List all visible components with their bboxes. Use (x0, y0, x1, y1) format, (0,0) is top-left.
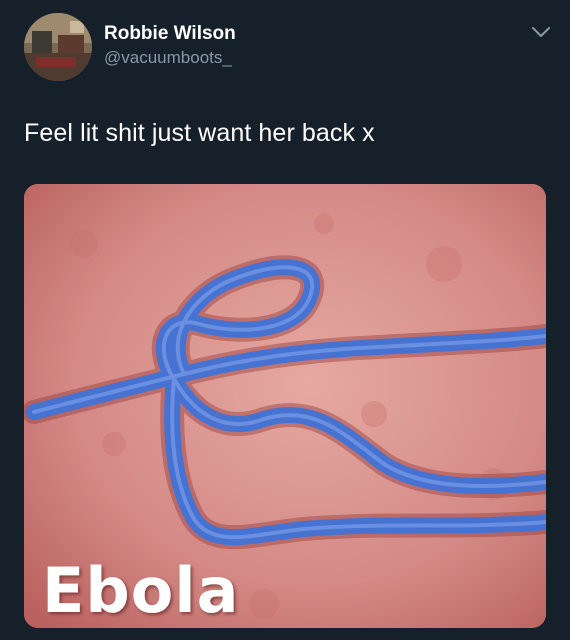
user-info: Robbie Wilson @vacuumboots_ (104, 22, 236, 70)
tweet: Robbie Wilson @vacuumboots_ Feel lit shi… (0, 0, 570, 640)
tweet-media-image[interactable]: Ebola (24, 184, 546, 628)
image-caption: Ebola (42, 554, 240, 627)
avatar[interactable] (24, 13, 92, 81)
tweet-text: Feel lit shit just want her back x (24, 119, 375, 147)
display-name[interactable]: Robbie Wilson (104, 22, 236, 46)
user-handle[interactable]: @vacuumboots_ (104, 46, 236, 70)
avatar-image (24, 13, 92, 81)
chevron-down-icon[interactable] (530, 24, 552, 40)
